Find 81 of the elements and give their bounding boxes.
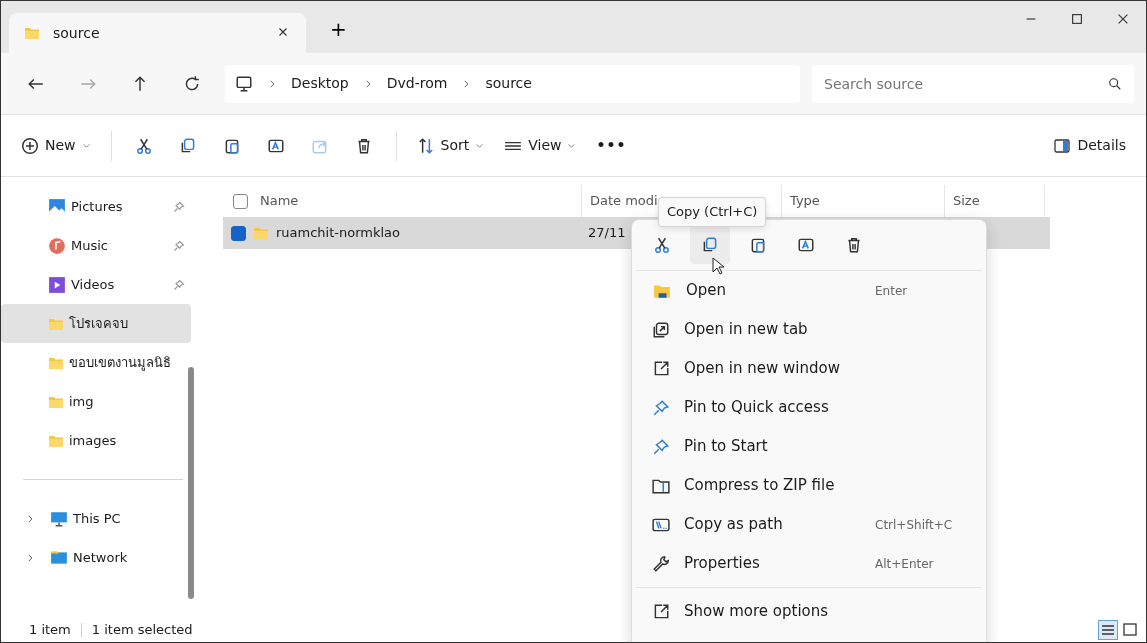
dropdown-caret-icon <box>567 141 577 150</box>
pin-icon <box>173 278 185 291</box>
copy-icon <box>701 236 719 254</box>
menu-item[interactable]: Show more options <box>636 592 982 631</box>
tab-title: source <box>53 23 100 43</box>
shortcut-label: Alt+Enter <box>875 555 935 573</box>
sidebar-item[interactable]: Music <box>1 226 191 265</box>
external-window-icon <box>652 359 670 378</box>
wrench-icon <box>652 554 670 573</box>
new-tab-icon <box>652 320 670 339</box>
sidebar-item[interactable]: Pictures <box>1 187 191 226</box>
image-icon <box>47 197 67 216</box>
scissors-icon <box>134 136 153 155</box>
breadcrumb-item[interactable]: source <box>485 73 532 94</box>
folder-icon <box>252 225 270 241</box>
pin-icon <box>652 437 670 456</box>
details-pane-icon <box>1053 137 1072 154</box>
trash-icon <box>845 236 863 254</box>
sidebar-item[interactable]: โปรเจคจบ <box>1 304 191 343</box>
scissors-icon <box>653 236 671 254</box>
view-button[interactable]: View <box>496 126 585 165</box>
video-icon <box>47 275 67 294</box>
network-icon <box>49 548 69 567</box>
menu-item[interactable]: Compress to ZIP file <box>636 466 982 505</box>
row-checkbox[interactable] <box>231 225 246 241</box>
tiles-view-icon <box>1122 622 1138 638</box>
sort-button[interactable]: Sort <box>408 126 493 165</box>
refresh-icon <box>183 74 201 93</box>
sort-arrows-icon <box>416 136 435 155</box>
maximize-icon <box>1070 12 1084 26</box>
chevron-icon <box>25 552 35 563</box>
sidebar-item[interactable]: This PC <box>1 499 191 538</box>
chevron-icon <box>25 513 35 524</box>
search-icon <box>1108 76 1122 91</box>
shortcut-label: Ctrl+Shift+C <box>875 516 954 534</box>
sidebar-item[interactable]: ขอบเขตงานมูลนิธิ <box>1 343 191 382</box>
new-tab-button[interactable]: + <box>324 13 353 45</box>
pin-icon <box>173 239 185 252</box>
new-button[interactable]: New <box>13 126 99 165</box>
sidebar-item[interactable]: img <box>1 382 191 421</box>
pin-icon <box>652 398 670 417</box>
sidebar-item[interactable]: images <box>1 421 191 460</box>
music-icon <box>47 236 67 255</box>
menu-item[interactable]: Properties Alt+Enter <box>636 544 982 583</box>
pin-icon <box>173 200 185 213</box>
menu-item[interactable]: Open in new window <box>636 349 982 388</box>
mouse-pointer-icon <box>712 257 724 275</box>
shortcut-label: Enter <box>875 282 909 300</box>
selection-count: 1 item selected <box>91 621 193 640</box>
menu-item[interactable]: Pin to Quick access <box>636 388 982 427</box>
external-window-icon <box>652 602 670 621</box>
plus-circle-icon <box>21 136 39 155</box>
details-button[interactable]: Details <box>1045 126 1134 165</box>
view-toggle[interactable] <box>1098 620 1118 640</box>
more-button[interactable]: ••• <box>588 126 635 165</box>
menu-item[interactable]: Open in new tab <box>636 310 982 349</box>
breadcrumb-item[interactable]: Dvd-rom <box>386 73 448 94</box>
sidebar-item[interactable]: Network <box>1 538 191 577</box>
item-count: 1 item <box>29 621 71 640</box>
window-tab[interactable]: source <box>9 13 306 53</box>
list-view-icon <box>1100 622 1116 638</box>
scrollbar[interactable] <box>188 367 194 599</box>
select-all-checkbox[interactable] <box>233 193 248 209</box>
copy-button[interactable] <box>690 226 730 264</box>
clipboard-icon <box>749 236 767 254</box>
more-options-label: ••• <box>596 136 627 155</box>
close-icon <box>1116 12 1130 26</box>
sidebar-item[interactable]: Videos <box>1 265 191 304</box>
dropdown-caret-icon <box>81 141 91 150</box>
monitor-icon <box>235 74 253 93</box>
rename-icon <box>797 236 815 254</box>
folder-icon <box>23 25 41 41</box>
monitor-icon <box>49 509 69 528</box>
chevron-icon <box>267 78 277 89</box>
menu-item[interactable]: Copy as path Ctrl+Shift+C <box>636 505 982 544</box>
address-bar[interactable]: Desktop Dvd-rom source <box>225 64 800 103</box>
menu-item[interactable]: Pin to Start <box>636 427 982 466</box>
tooltip: Copy (Ctrl+C) <box>658 197 767 227</box>
menu-item[interactable]: Open Enter <box>636 271 982 310</box>
dropdown-caret-icon <box>475 141 485 150</box>
breadcrumb-item[interactable]: Desktop <box>291 73 349 94</box>
